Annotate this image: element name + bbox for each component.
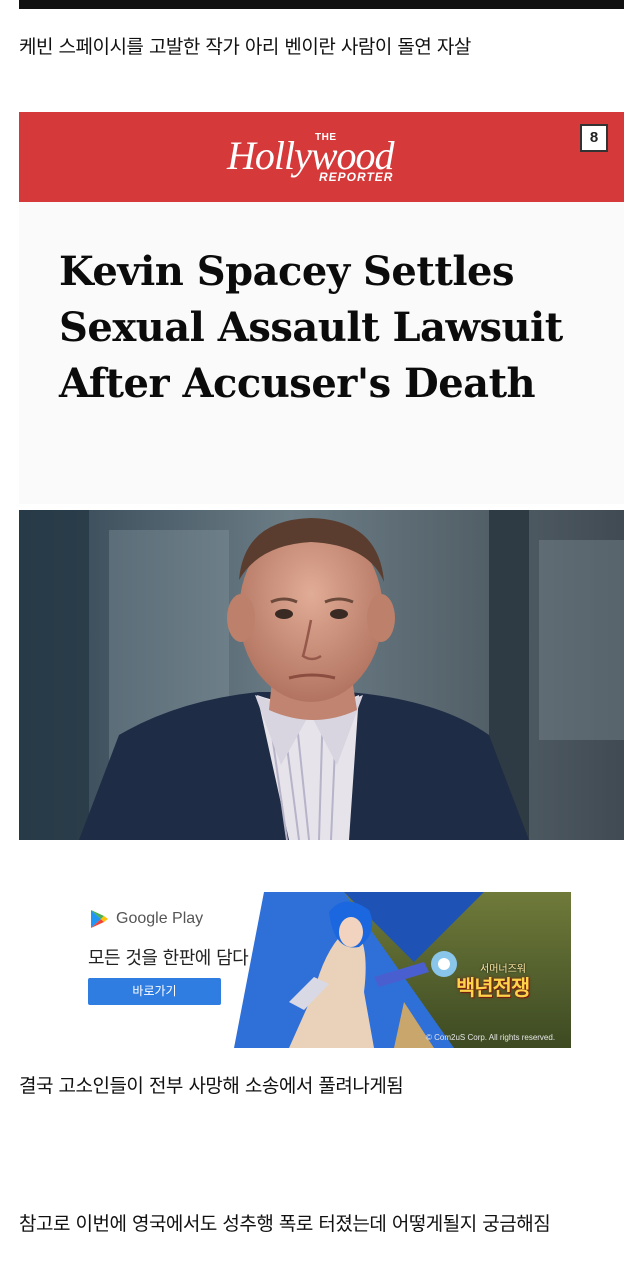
article-headline: Kevin Spacey Settles Sexual Assault Laws… bbox=[59, 248, 563, 407]
post-text-line-2: 결국 고소인들이 전부 사망해 소송에서 풀려나게됨 bbox=[19, 1075, 404, 1097]
post-text-line-1: 케빈 스페이시를 고발한 작가 아리 벤이란 사람이 돌연 자살 bbox=[19, 36, 471, 58]
portrait-illustration bbox=[19, 510, 624, 840]
google-play-label: Google Play bbox=[116, 910, 204, 927]
count-badge: 8 bbox=[580, 124, 608, 152]
news-photo bbox=[19, 510, 624, 840]
google-play-icon bbox=[91, 910, 108, 928]
ad-copyright: © Com2uS Corp. All rights reserved. bbox=[426, 1033, 556, 1042]
top-divider-bar bbox=[19, 0, 624, 9]
article-screenshot-card: THE Hollywood REPORTER 8 Kevin Spacey Se… bbox=[19, 112, 624, 504]
ad-game-title: 백년전쟁 bbox=[456, 976, 530, 1000]
logo-reporter: REPORTER bbox=[319, 170, 394, 184]
hollywood-reporter-logo: THE Hollywood REPORTER bbox=[227, 130, 427, 190]
thr-header-banner: THE Hollywood REPORTER 8 bbox=[19, 112, 624, 202]
post-text-line-3: 참고로 이번에 영국에서도 성추행 폭로 터졌는데 어떻게될지 궁금해짐 bbox=[19, 1213, 551, 1235]
google-play-ad-banner[interactable]: Google Play 모든 것을 한판에 담다 바로가기 서머너즈워 백년전쟁… bbox=[88, 892, 571, 1048]
